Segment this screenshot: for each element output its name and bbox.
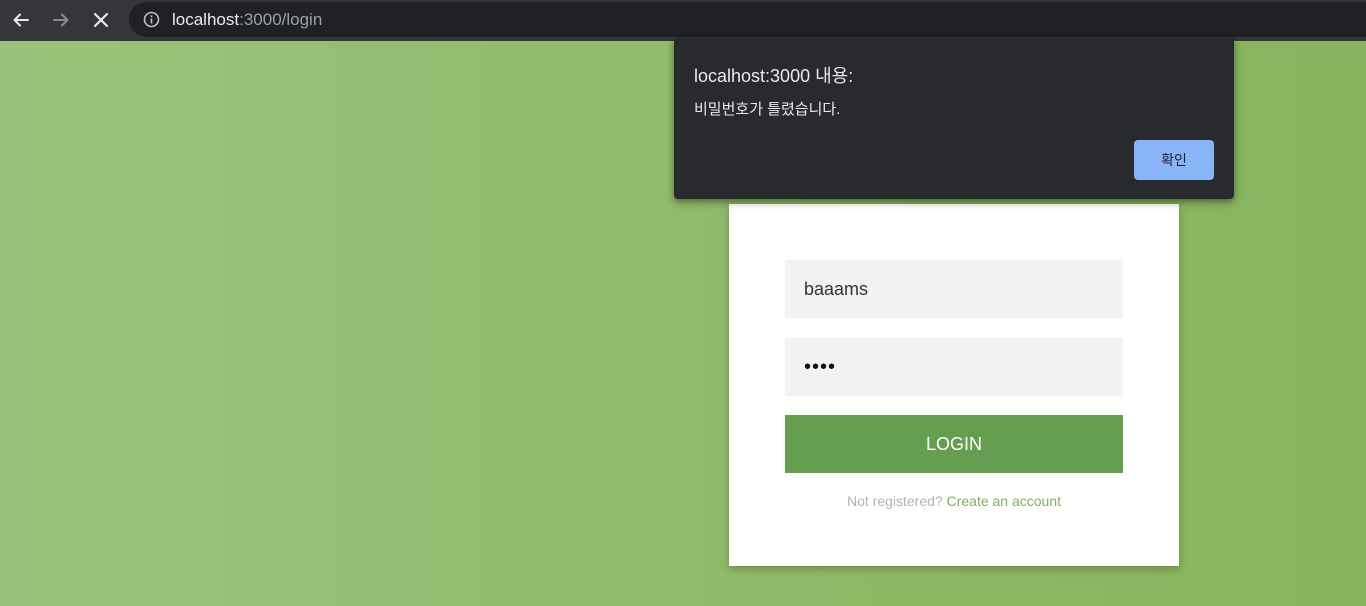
create-account-link[interactable]: Create an account [947, 493, 1061, 509]
info-icon[interactable] [143, 11, 160, 28]
forward-button[interactable] [46, 5, 76, 35]
arrow-right-icon [53, 13, 69, 27]
register-prefix: Not registered? [846, 493, 943, 509]
back-button[interactable] [6, 5, 36, 35]
password-input[interactable]: •••• [785, 338, 1123, 396]
url-path: :3000/login [239, 10, 323, 29]
arrow-left-icon [13, 13, 29, 27]
address-bar[interactable]: localhost:3000/login [129, 2, 1366, 37]
url-host: localhost [172, 10, 240, 29]
dialog-message: 비밀번호가 틀렸습니다. [694, 101, 841, 118]
stop-button[interactable] [86, 5, 116, 35]
username-input[interactable] [785, 260, 1123, 318]
browser-toolbar: localhost:3000/login [0, 0, 1366, 41]
login-button[interactable]: LOGIN [785, 415, 1123, 473]
close-icon [93, 12, 109, 28]
dialog-title: localhost:3000 내용: [694, 66, 854, 86]
alert-dialog: localhost:3000 내용: 비밀번호가 틀렸습니다. 확인 [674, 38, 1234, 199]
dialog-ok-button[interactable]: 확인 [1134, 140, 1214, 180]
register-prompt: Not registered? Create an account [729, 493, 1179, 509]
url-text[interactable]: localhost:3000/login [172, 10, 322, 30]
login-card: •••• LOGIN Not registered? Create an acc… [729, 204, 1179, 566]
